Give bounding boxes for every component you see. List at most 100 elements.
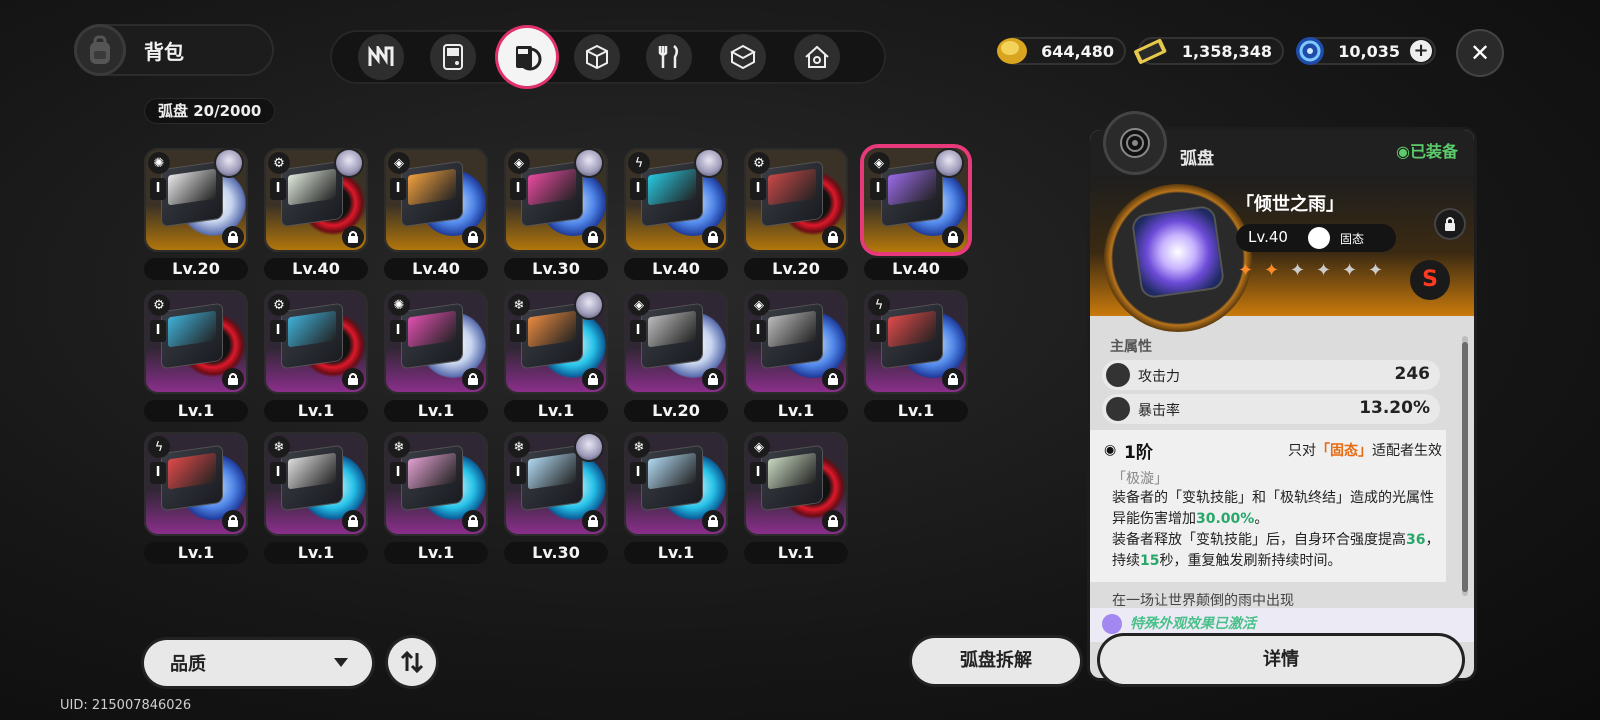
scrollbar[interactable] [1462, 336, 1468, 596]
tier-badge: I [390, 178, 406, 200]
tier-badge: I [750, 462, 766, 484]
lock-icon [822, 368, 844, 390]
attribute-icon: ❄ [388, 436, 410, 458]
disc-level-label: Lv.40 [264, 258, 368, 280]
attribute-icon: ◈ [628, 294, 650, 316]
disc-detail-panel: 弧盘 ◉已装备 「倾世之雨」 Lv.40 固态 ✦ ✦ ✦ ✦ ✦ ✦ S 主属性 攻击力… [1090, 130, 1474, 678]
disc-item[interactable]: ◈ I [864, 148, 968, 252]
star-icon: ✦ [1368, 260, 1384, 281]
tab-cube-icon[interactable] [574, 34, 620, 80]
disc-item[interactable]: ⚙ I [264, 148, 368, 252]
eye-icon: ◉ [1104, 442, 1117, 458]
tier-badge: I [150, 320, 166, 342]
disc-level-label: Lv.20 [744, 258, 848, 280]
disc-cover-art [168, 310, 216, 348]
stat-name: 暴击率 [1138, 403, 1180, 419]
tab-disc-icon[interactable] [498, 28, 556, 86]
uid-label: UID: 215007846026 [60, 698, 192, 713]
agent-avatar [336, 150, 362, 176]
disc-item[interactable]: ⚙ I [144, 290, 248, 394]
tier-badge: I [510, 178, 526, 200]
attribute-icon: ϟ [148, 436, 170, 458]
disc-level-label: Lv.1 [144, 400, 248, 422]
lock-toggle-button[interactable] [1436, 210, 1464, 238]
inventory-count-value: 20/2000 [193, 102, 262, 120]
tier-badge: I [150, 462, 166, 484]
disc-item[interactable]: ϟI [864, 290, 968, 394]
sort-label: 品质 [170, 654, 206, 675]
disc-case [402, 445, 462, 511]
polychrome-icon [1290, 31, 1330, 71]
disc-level-label: Lv.20 [624, 400, 728, 422]
polychrome-value: 10,035 [1338, 42, 1400, 61]
currency-gold[interactable]: 644,480 [997, 37, 1126, 65]
disc-item[interactable]: ❄ I [384, 432, 488, 536]
tab-gift-box-icon[interactable] [720, 34, 766, 80]
lock-icon [462, 368, 484, 390]
attribute-icon: ◈ [868, 152, 890, 174]
disc-item[interactable]: ❄ I [624, 432, 728, 536]
disc-item[interactable]: ◈ I [504, 148, 608, 252]
lock-icon [462, 226, 484, 248]
disc-item[interactable]: ◈ I [744, 432, 848, 536]
agent-avatar [576, 150, 602, 176]
disc-cover-art [168, 168, 216, 206]
disc-cover-art [888, 310, 936, 348]
stat-name: 攻击力 [1138, 369, 1180, 385]
tier-badge: I [870, 178, 886, 200]
tab-gameboy-icon[interactable] [430, 34, 476, 80]
disc-item[interactable]: ⚙ I [264, 290, 368, 394]
agent-avatar [216, 150, 242, 176]
sort-dropdown[interactable]: 品质 [144, 640, 372, 686]
lock-icon [702, 226, 724, 248]
disc-case [162, 303, 222, 369]
disc-item[interactable]: ◈ I [744, 290, 848, 394]
details-button[interactable]: 详情 [1100, 636, 1462, 684]
tier-badge: I [630, 320, 646, 342]
attribute-icon: ◈ [388, 152, 410, 174]
disc-case [762, 161, 822, 227]
scroll-thumb[interactable] [1462, 342, 1468, 592]
agent-avatar [576, 292, 602, 318]
disc-cover-art [648, 168, 696, 206]
solid-type-icon [1308, 227, 1330, 249]
lock-icon [942, 368, 964, 390]
currency-polychrome[interactable]: 10,035 + [1296, 37, 1436, 65]
add-currency-button[interactable]: + [1410, 40, 1432, 62]
disc-item[interactable]: ϟI [624, 148, 728, 252]
disc-level-label: Lv.1 [144, 542, 248, 564]
dismantle-button[interactable]: 弧盘拆解 [912, 638, 1080, 684]
tier-badge: I [270, 320, 286, 342]
disc-item[interactable]: ✺ I [144, 148, 248, 252]
set-effect: ◉ 1阶 只对「固态」适配者生效 「极漩」 装备者的「变轨技能」和「极轨终结」造… [1090, 430, 1446, 582]
disc-item[interactable]: ❄ I [504, 432, 608, 536]
sort-order-button[interactable] [388, 638, 436, 686]
disc-cover-art [648, 310, 696, 348]
disc-case [882, 161, 942, 227]
disc-item[interactable]: ϟI [144, 432, 248, 536]
disc-item[interactable]: ⚙ I [744, 148, 848, 252]
star-icon: ✦ [1238, 260, 1254, 281]
attribute-icon: ❄ [268, 436, 290, 458]
chevron-down-icon [334, 658, 348, 667]
lock-icon [222, 226, 244, 248]
sparkle-icon [1102, 614, 1122, 634]
attribute-icon: ❄ [628, 436, 650, 458]
tab-fork-knife-icon[interactable] [646, 34, 692, 80]
set-name: 「极漩」 [1112, 471, 1168, 487]
disc-item[interactable]: ◈ I [384, 148, 488, 252]
star-icon: ✦ [1342, 260, 1358, 281]
tab-home-icon[interactable] [794, 34, 840, 80]
disc-item[interactable]: ✺ I [384, 290, 488, 394]
currency-ticket[interactable]: 1,358,348 [1134, 37, 1284, 65]
panel-title: 弧盘 [1180, 149, 1214, 169]
disc-item[interactable]: ◈ I [624, 290, 728, 394]
disc-item[interactable]: ❄ I [504, 290, 608, 394]
tab-n-logo-icon[interactable] [358, 34, 404, 80]
close-button[interactable]: ✕ [1456, 29, 1504, 77]
disc-artwork [1104, 184, 1252, 332]
equipped-status: ◉已装备 [1396, 142, 1458, 161]
stat-crit: 暴击率 13.20% [1102, 394, 1440, 424]
disc-case [282, 445, 342, 511]
disc-item[interactable]: ❄ I [264, 432, 368, 536]
